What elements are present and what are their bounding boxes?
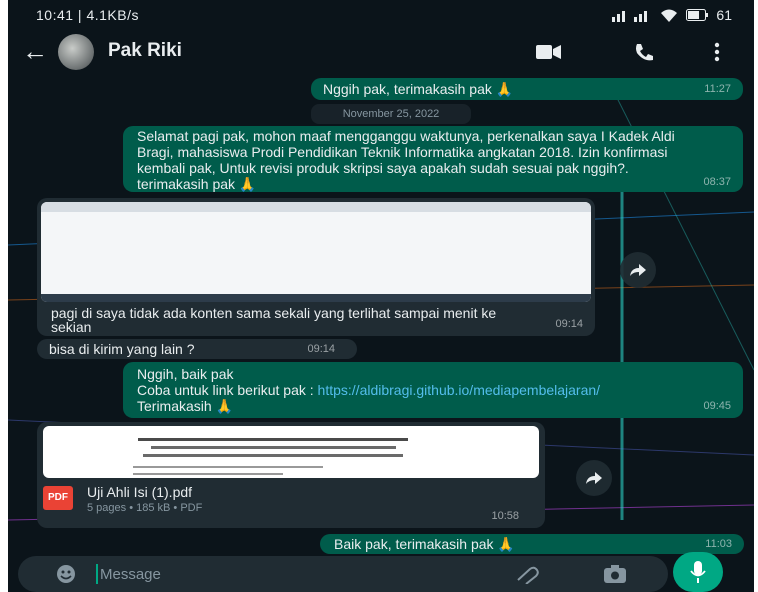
message-incoming-document[interactable]: PDF Uji Ahli Isi (1).pdf 5 pages • 185 k… xyxy=(37,422,545,528)
message-incoming[interactable]: bisa di kirim yang lain ? 09:14 xyxy=(37,339,357,359)
message-line-2: Coba untuk link berikut pak : https://al… xyxy=(137,382,729,398)
message-text: Baik pak, terimakasih pak 🙏 xyxy=(334,536,515,552)
message-outgoing[interactable]: Nggih, baik pak Coba untuk link berikut … xyxy=(123,362,743,418)
date-chip: November 25, 2022 xyxy=(311,104,471,124)
message-time: 09:45 xyxy=(703,400,731,412)
battery-level: 61 xyxy=(716,7,732,23)
message-text: Selamat pagi pak, mohon maaf mengganggu … xyxy=(137,128,675,192)
message-line-1: Nggih, baik pak xyxy=(137,366,234,382)
file-meta: 5 pages • 185 kB • PDF xyxy=(87,502,203,514)
back-arrow-icon[interactable]: ← xyxy=(22,36,48,66)
video-call-icon[interactable] xyxy=(536,44,562,60)
message-time: 08:37 xyxy=(703,176,731,188)
avatar[interactable] xyxy=(58,34,94,70)
message-incoming-image[interactable]: pagi di saya tidak ada konten sama sekal… xyxy=(37,198,595,336)
message-link[interactable]: https://aldibragi.github.io/mediapembela… xyxy=(318,382,601,398)
message-input[interactable]: Message xyxy=(100,566,161,583)
status-bar: 10:41 | 4.1KB/s 61 xyxy=(8,0,754,30)
chat-header: ← Pak Riki xyxy=(8,30,754,74)
message-time: 10:58 xyxy=(491,510,519,522)
camera-icon[interactable] xyxy=(604,565,626,583)
phone-call-icon[interactable] xyxy=(634,42,654,62)
message-time: 11:27 xyxy=(704,83,731,95)
document-preview[interactable] xyxy=(43,426,539,478)
message-time: 11:03 xyxy=(705,538,732,550)
file-name: Uji Ahli Isi (1).pdf xyxy=(87,484,193,500)
signal-icon xyxy=(612,11,648,22)
emoji-icon[interactable] xyxy=(56,564,76,584)
message-input-bar[interactable]: Message xyxy=(18,556,668,592)
more-options-icon[interactable] xyxy=(714,42,720,62)
status-time-speed: 10:41 | 4.1KB/s xyxy=(36,7,139,23)
message-outgoing[interactable]: Baik pak, terimakasih pak 🙏 11:03 xyxy=(320,534,744,554)
attach-icon[interactable] xyxy=(516,566,540,584)
message-caption: pagi di saya tidak ada konten sama sekal… xyxy=(51,305,497,335)
message-outgoing[interactable]: Nggih pak, terimakasih pak 🙏 11:27 xyxy=(311,78,743,100)
message-outgoing[interactable]: Selamat pagi pak, mohon maaf mengganggu … xyxy=(123,126,743,192)
forward-icon[interactable] xyxy=(620,252,656,288)
screenshot-thumbnail[interactable] xyxy=(41,202,591,302)
message-text: bisa di kirim yang lain ? xyxy=(49,341,195,357)
wifi-icon xyxy=(661,9,678,22)
mic-button[interactable] xyxy=(673,552,723,592)
chat-screen: 10:41 | 4.1KB/s 61 ← Pak Riki Nggih pak,… xyxy=(8,0,754,592)
forward-icon[interactable] xyxy=(576,460,612,496)
message-line-3: Terimakasih 🙏 xyxy=(137,398,234,414)
battery-icon xyxy=(686,9,709,21)
mic-icon xyxy=(690,561,706,583)
message-line-2-prefix: Coba untuk link berikut pak : xyxy=(137,382,318,398)
message-time: 09:14 xyxy=(555,318,583,330)
contact-name[interactable]: Pak Riki xyxy=(108,40,182,62)
pdf-file-icon: PDF xyxy=(43,486,73,510)
message-text: Nggih pak, terimakasih pak 🙏 xyxy=(323,81,514,97)
message-time: 09:14 xyxy=(307,343,335,355)
